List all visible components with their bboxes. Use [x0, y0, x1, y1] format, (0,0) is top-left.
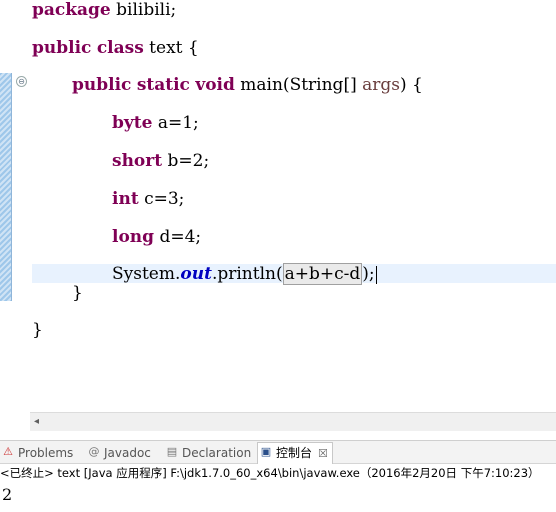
keyword: public [32, 38, 92, 58]
code-text: ); [362, 264, 375, 284]
code-text: ) { [399, 75, 423, 95]
code-text: bilibili; [110, 0, 177, 20]
code-line-println: System.out.println(a+b+c-d); [112, 263, 377, 285]
code-text: main(String[] [234, 75, 363, 95]
code-line-byte: byte a=1; [112, 113, 199, 133]
static-field: out [180, 264, 212, 284]
code-editor[interactable]: ⊖ package bilibili; public class text { … [0, 0, 556, 412]
code-text: a=1; [152, 113, 199, 133]
code-line-int: int c=3; [112, 189, 184, 209]
text-caret [375, 265, 377, 284]
javadoc-icon: @ [88, 445, 100, 458]
declaration-icon: ▤ [166, 445, 178, 458]
tab-label: 控制台 [276, 446, 313, 460]
code-text: .println( [211, 264, 283, 284]
code-line-short: short b=2; [112, 151, 209, 171]
problems-icon: ⚠ [3, 445, 13, 458]
horizontal-scrollbar[interactable]: ◂ [30, 412, 556, 431]
parameter: args [362, 75, 400, 95]
console-output: 2 [2, 485, 13, 504]
keyword: package [32, 0, 111, 20]
code-text: b=2; [162, 151, 210, 171]
tab-label: Declaration [182, 446, 252, 460]
code-text: text { [143, 38, 199, 58]
keyword: int [112, 189, 139, 209]
keyword: public [72, 75, 132, 95]
selected-expression[interactable]: a+b+c-d [282, 263, 363, 285]
keyword: short [112, 151, 163, 171]
bottom-view-tabbar: ⚠ Problems @ Javadoc ▤ Declaration ▣ 控制台 ☒ [0, 440, 556, 465]
tab-label: Problems [18, 446, 74, 460]
keyword: void [195, 75, 235, 95]
code-line-package: package bilibili; [32, 0, 176, 20]
tab-label: Javadoc [104, 446, 151, 460]
fold-toggle-icon[interactable]: ⊖ [16, 76, 27, 87]
keyword: class [96, 38, 144, 58]
close-icon[interactable]: ☒ [318, 447, 328, 460]
console-icon: ▣ [260, 445, 272, 458]
editor-annotation-ruler [0, 73, 12, 301]
code-line-class: public class text { [32, 38, 199, 58]
tab-problems[interactable]: ⚠ Problems [0, 443, 73, 463]
code-text: d=4; [154, 227, 202, 247]
code-line-main: public static void main(String[] args) { [72, 75, 423, 95]
keyword: static [136, 75, 190, 95]
keyword: long [112, 227, 155, 247]
tab-console[interactable]: ▣ 控制台 ☒ [257, 442, 333, 465]
code-text: System. [112, 264, 181, 284]
tab-javadoc[interactable]: @ Javadoc [86, 443, 151, 463]
code-line-close-method: } [72, 283, 83, 303]
tab-declaration[interactable]: ▤ Declaration [164, 443, 251, 463]
code-text: c=3; [138, 189, 185, 209]
code-line-close-class: } [32, 320, 43, 340]
keyword: byte [112, 113, 153, 133]
console-status-line: <已终止> text [Java 应用程序] F:\jdk1.7.0_60_x6… [0, 464, 556, 482]
scroll-left-icon[interactable]: ◂ [34, 416, 39, 427]
code-line-long: long d=4; [112, 227, 201, 247]
